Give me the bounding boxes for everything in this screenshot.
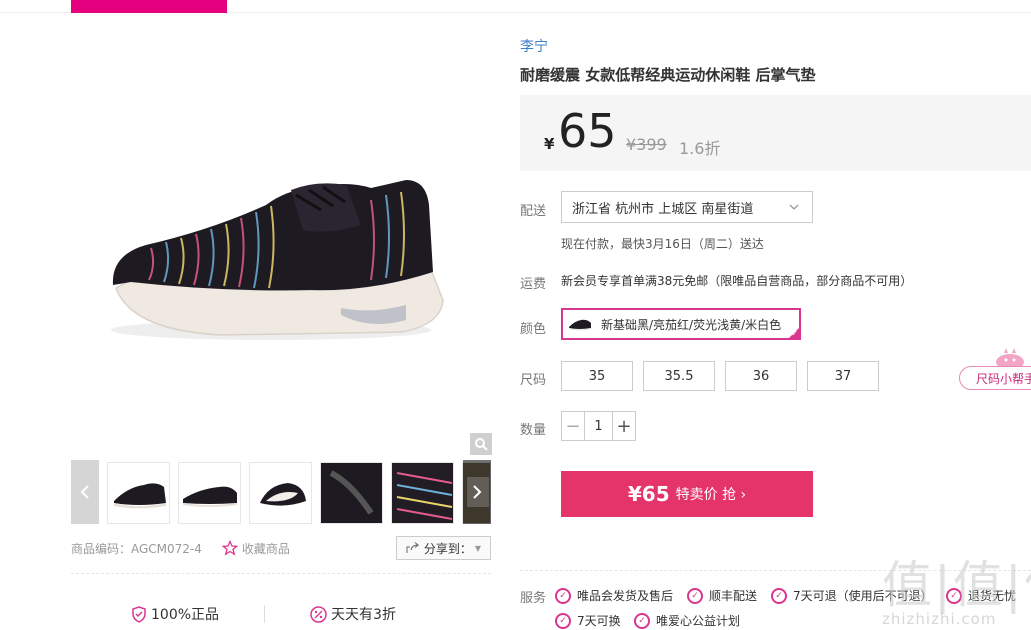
currency-symbol: ¥ (544, 135, 555, 153)
shipping-info: 新会员专享首单满38元免邮（限唯品自营商品，部分商品不可用） (561, 274, 913, 288)
chevron-down-icon (789, 204, 799, 210)
favorite-label: 收藏商品 (241, 541, 290, 556)
thumbnail-strip (71, 460, 491, 524)
address-select[interactable]: 浙江省 杭州市 上城区 南星街道 (561, 191, 813, 223)
delivery-estimate: 现在付款，最快3月16日（周二）送达 (561, 237, 764, 251)
divider (71, 573, 491, 574)
color-option-label: 新基础黑/亮茄红/荧光浅黄/米白色 (601, 317, 782, 332)
thumbnail-prev-button[interactable] (71, 460, 99, 524)
divider (264, 605, 266, 623)
color-swatch-thumbnail (569, 319, 591, 331)
quantity-label: 数量 (520, 423, 547, 438)
price-box: ¥ 65 ¥399 1.6折 (520, 95, 1031, 171)
percent-icon (310, 605, 327, 623)
check-circle-icon: ✓ (687, 587, 703, 604)
size-option-35-5[interactable]: 35.5 (643, 361, 715, 391)
size-label: 尺码 (520, 373, 547, 388)
thumbnail-5[interactable] (391, 462, 454, 524)
favorite-button[interactable]: 收藏商品 (221, 540, 290, 557)
shield-check-icon (132, 605, 146, 623)
size-helper-button[interactable]: 尺码小帮手 (959, 366, 1031, 390)
service-item: ✓ 7天可换 (555, 612, 621, 629)
guarantee-discount: 天天有3折 (310, 604, 396, 624)
active-tab-indicator (71, 0, 227, 13)
brand-link[interactable]: 李宁 (520, 36, 548, 56)
size-option-35[interactable]: 35 (561, 361, 633, 391)
thumbnail-3[interactable] (249, 462, 312, 524)
quantity-stepper: − 1 + (561, 411, 636, 441)
thumbnail-2[interactable] (178, 462, 241, 524)
main-product-image[interactable] (71, 30, 491, 455)
size-option-36[interactable]: 36 (725, 361, 797, 391)
zoom-button[interactable] (470, 433, 492, 455)
quantity-input[interactable]: 1 (584, 412, 613, 440)
address-value: 浙江省 杭州市 上城区 南星街道 (572, 201, 754, 217)
service-item: ✓ 唯爱心公益计划 (634, 612, 740, 629)
guarantee-bar: 100%正品 天天有3折 (71, 600, 491, 628)
discount-rate: 1.6折 (679, 139, 721, 158)
service-item: ✓ 顺丰配送 (687, 587, 757, 604)
share-label: 分享到： (423, 541, 472, 556)
watermark-logo: 值|值|值 (882, 556, 1031, 614)
original-price: ¥399 (626, 135, 667, 154)
thumbnail-4[interactable] (320, 462, 383, 524)
buy-button-price: ¥65 (627, 482, 670, 506)
product-title: 耐磨缓震 女款低帮经典运动休闲鞋 后掌气垫 (520, 66, 816, 84)
caret-down-icon: ▼ (474, 543, 482, 553)
sku-code: 商品编码：AGCM072-4 (71, 541, 202, 556)
check-icon: ✓ (791, 329, 798, 338)
star-icon (221, 540, 238, 556)
check-circle-icon: ✓ (555, 587, 571, 604)
chevron-left-icon (80, 485, 89, 499)
check-circle-icon: ✓ (771, 587, 787, 604)
quantity-decrease-button[interactable]: − (562, 412, 584, 440)
delivery-label: 配送 (520, 204, 547, 219)
check-circle-icon: ✓ (634, 612, 650, 629)
sale-price: 65 (558, 104, 617, 158)
service-item: ✓ 唯品会发货及售后 (555, 587, 673, 604)
shipping-label: 运费 (520, 277, 547, 292)
buy-now-button[interactable]: ¥65 特卖价 抢 › (561, 471, 813, 517)
quantity-increase-button[interactable]: + (613, 412, 635, 440)
watermark-url: zhizhizhi.com (882, 610, 997, 628)
guarantee-authentic: 100%正品 (131, 604, 219, 624)
color-label: 颜色 (520, 322, 547, 337)
buy-button-label: 特卖价 抢 › (675, 487, 747, 503)
thumbnail-next-button[interactable] (463, 460, 491, 524)
color-option-selected[interactable]: 新基础黑/亮茄红/荧光浅黄/米白色 ✓ (561, 308, 801, 340)
thumbnail-1[interactable] (107, 462, 170, 524)
sku-row: 商品编码：AGCM072-4 收藏商品 分享到： ▼ (71, 536, 491, 560)
share-button[interactable]: 分享到： ▼ (396, 536, 491, 560)
services-label: 服务 (520, 591, 547, 606)
size-option-37[interactable]: 37 (807, 361, 879, 391)
magnifier-icon (475, 438, 488, 451)
check-circle-icon: ✓ (555, 612, 571, 629)
chevron-right-icon (473, 485, 482, 499)
mascot-icon (996, 348, 1024, 368)
share-icon (406, 542, 420, 553)
